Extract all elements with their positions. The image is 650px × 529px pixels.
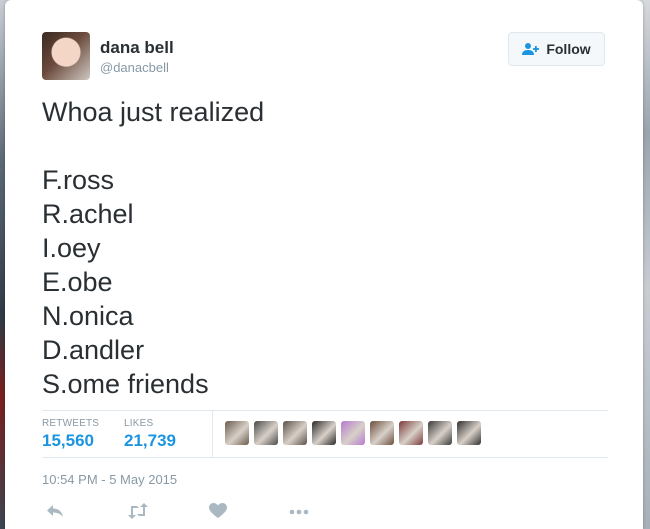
user-fullname[interactable]: dana bell bbox=[100, 38, 174, 58]
tweet-line bbox=[42, 129, 612, 163]
tweet-line: S.ome friends bbox=[42, 369, 209, 399]
retweet-icon[interactable] bbox=[127, 503, 149, 521]
tweet-line: E.obe bbox=[42, 267, 113, 297]
tweet-line: D.andler bbox=[42, 335, 145, 365]
tweet-text: Whoa just realized F.ross R.achel I.oey … bbox=[42, 95, 612, 401]
follow-user-icon bbox=[522, 42, 540, 56]
liker-avatar[interactable] bbox=[312, 421, 336, 445]
tweet-stats: RETWEETS 15,560 LIKES 21,739 bbox=[42, 411, 608, 457]
likes-stat[interactable]: LIKES 21,739 bbox=[124, 418, 176, 451]
stats-separator bbox=[212, 411, 213, 457]
reply-icon[interactable] bbox=[45, 503, 67, 521]
user-handle[interactable]: @danacbell bbox=[100, 60, 169, 75]
tweet-header: dana bell @danacbell Follow bbox=[42, 32, 605, 80]
avatar[interactable] bbox=[42, 32, 90, 80]
stats-bottom-divider bbox=[42, 457, 608, 458]
liker-avatar[interactable] bbox=[254, 421, 278, 445]
retweets-count: 15,560 bbox=[42, 431, 94, 450]
tweet-line: I.oey bbox=[42, 233, 101, 263]
tweet-card: dana bell @danacbell Follow Whoa just re… bbox=[5, 0, 643, 529]
liker-avatar[interactable] bbox=[283, 421, 307, 445]
tweet-line: R.achel bbox=[42, 199, 134, 229]
like-icon[interactable] bbox=[209, 503, 231, 521]
likes-label: LIKES bbox=[124, 418, 154, 429]
liker-avatar[interactable] bbox=[370, 421, 394, 445]
liker-avatar[interactable] bbox=[341, 421, 365, 445]
likes-count: 21,739 bbox=[124, 431, 176, 450]
tweet-line: F.ross bbox=[42, 165, 115, 195]
liker-facepile bbox=[225, 421, 486, 445]
liker-avatar[interactable] bbox=[399, 421, 423, 445]
liker-avatar[interactable] bbox=[428, 421, 452, 445]
more-icon[interactable] bbox=[288, 503, 310, 521]
tweet-line: N.onica bbox=[42, 301, 134, 331]
follow-button[interactable]: Follow bbox=[508, 32, 605, 66]
liker-avatar[interactable] bbox=[225, 421, 249, 445]
retweets-stat[interactable]: RETWEETS 15,560 bbox=[42, 418, 99, 451]
liker-avatar[interactable] bbox=[457, 421, 481, 445]
follow-button-label: Follow bbox=[546, 41, 591, 57]
tweet-timestamp[interactable]: 10:54 PM - 5 May 2015 bbox=[42, 472, 177, 487]
tweet-line: Whoa just realized bbox=[42, 97, 265, 127]
retweets-label: RETWEETS bbox=[42, 418, 100, 429]
